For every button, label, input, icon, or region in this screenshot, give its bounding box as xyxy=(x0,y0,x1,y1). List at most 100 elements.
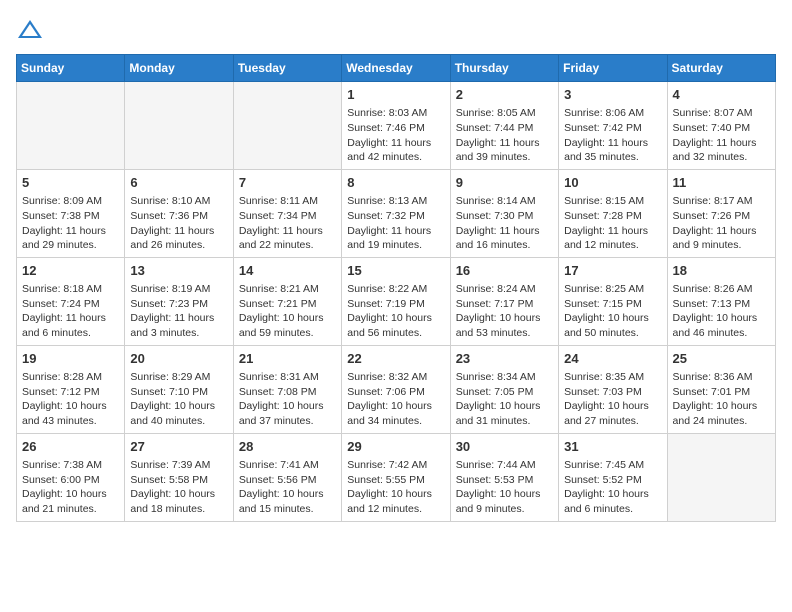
calendar-cell: 25 Sunrise: 8:36 AM Sunset: 7:01 PM Dayli… xyxy=(667,345,775,433)
day-info: Sunrise: 8:10 AM Sunset: 7:36 PM Dayligh… xyxy=(130,194,227,253)
calendar-cell: 22 Sunrise: 8:32 AM Sunset: 7:06 PM Dayli… xyxy=(342,345,450,433)
calendar-cell: 31 Sunrise: 7:45 AM Sunset: 5:52 PM Dayli… xyxy=(559,433,667,521)
day-info: Sunrise: 8:14 AM Sunset: 7:30 PM Dayligh… xyxy=(456,194,553,253)
day-info: Sunrise: 8:28 AM Sunset: 7:12 PM Dayligh… xyxy=(22,370,119,429)
day-number: 27 xyxy=(130,438,227,456)
day-info: Sunrise: 8:17 AM Sunset: 7:26 PM Dayligh… xyxy=(673,194,770,253)
weekday-header-saturday: Saturday xyxy=(667,55,775,82)
day-info: Sunrise: 8:31 AM Sunset: 7:08 PM Dayligh… xyxy=(239,370,336,429)
calendar-cell: 7 Sunrise: 8:11 AM Sunset: 7:34 PM Daylig… xyxy=(233,169,341,257)
day-number: 25 xyxy=(673,350,770,368)
day-info: Sunrise: 8:29 AM Sunset: 7:10 PM Dayligh… xyxy=(130,370,227,429)
calendar-week-row: 26 Sunrise: 7:38 AM Sunset: 6:00 PM Dayli… xyxy=(17,433,776,521)
weekday-header-friday: Friday xyxy=(559,55,667,82)
calendar-cell: 27 Sunrise: 7:39 AM Sunset: 5:58 PM Dayli… xyxy=(125,433,233,521)
day-number: 3 xyxy=(564,86,661,104)
day-number: 12 xyxy=(22,262,119,280)
day-info: Sunrise: 8:34 AM Sunset: 7:05 PM Dayligh… xyxy=(456,370,553,429)
calendar-cell: 23 Sunrise: 8:34 AM Sunset: 7:05 PM Dayli… xyxy=(450,345,558,433)
calendar-cell: 18 Sunrise: 8:26 AM Sunset: 7:13 PM Dayli… xyxy=(667,257,775,345)
day-number: 23 xyxy=(456,350,553,368)
day-number: 7 xyxy=(239,174,336,192)
calendar-cell: 9 Sunrise: 8:14 AM Sunset: 7:30 PM Daylig… xyxy=(450,169,558,257)
day-info: Sunrise: 8:07 AM Sunset: 7:40 PM Dayligh… xyxy=(673,106,770,165)
day-number: 16 xyxy=(456,262,553,280)
calendar-cell: 28 Sunrise: 7:41 AM Sunset: 5:56 PM Dayli… xyxy=(233,433,341,521)
day-info: Sunrise: 8:36 AM Sunset: 7:01 PM Dayligh… xyxy=(673,370,770,429)
calendar-cell: 29Sunrise: 7:42 AM Sunset: 5:55 PM Dayli… xyxy=(342,433,450,521)
day-number: 19 xyxy=(22,350,119,368)
day-info: Sunrise: 8:11 AM Sunset: 7:34 PM Dayligh… xyxy=(239,194,336,253)
day-number: 24 xyxy=(564,350,661,368)
day-info: Sunrise: 8:19 AM Sunset: 7:23 PM Dayligh… xyxy=(130,282,227,341)
calendar-cell: 26 Sunrise: 7:38 AM Sunset: 6:00 PM Dayli… xyxy=(17,433,125,521)
calendar-cell: 4 Sunrise: 8:07 AM Sunset: 7:40 PM Daylig… xyxy=(667,82,775,170)
day-info: Sunrise: 8:25 AM Sunset: 7:15 PM Dayligh… xyxy=(564,282,661,341)
day-info: Sunrise: 7:45 AM Sunset: 5:52 PM Dayligh… xyxy=(564,458,661,517)
calendar-cell: 6 Sunrise: 8:10 AM Sunset: 7:36 PM Daylig… xyxy=(125,169,233,257)
calendar-cell: 11 Sunrise: 8:17 AM Sunset: 7:26 PM Dayli… xyxy=(667,169,775,257)
day-number: 21 xyxy=(239,350,336,368)
day-number: 15 xyxy=(347,262,444,280)
logo xyxy=(16,16,46,44)
day-number: 9 xyxy=(456,174,553,192)
day-info: Sunrise: 8:24 AM Sunset: 7:17 PM Dayligh… xyxy=(456,282,553,341)
calendar-cell: 2Sunrise: 8:05 AM Sunset: 7:44 PM Daylig… xyxy=(450,82,558,170)
calendar-week-row: 1 Sunrise: 8:03 AM Sunset: 7:46 PM Daylig… xyxy=(17,82,776,170)
day-number: 13 xyxy=(130,262,227,280)
day-info: Sunrise: 8:21 AM Sunset: 7:21 PM Dayligh… xyxy=(239,282,336,341)
calendar-cell: 12 Sunrise: 8:18 AM Sunset: 7:24 PM Dayli… xyxy=(17,257,125,345)
calendar-cell: 19 Sunrise: 8:28 AM Sunset: 7:12 PM Dayli… xyxy=(17,345,125,433)
day-number: 8 xyxy=(347,174,444,192)
day-info: Sunrise: 8:03 AM Sunset: 7:46 PM Dayligh… xyxy=(347,106,444,165)
day-number: 18 xyxy=(673,262,770,280)
calendar-week-row: 19 Sunrise: 8:28 AM Sunset: 7:12 PM Dayli… xyxy=(17,345,776,433)
calendar-cell: 14 Sunrise: 8:21 AM Sunset: 7:21 PM Dayli… xyxy=(233,257,341,345)
day-number: 31 xyxy=(564,438,661,456)
day-info: Sunrise: 8:06 AM Sunset: 7:42 PM Dayligh… xyxy=(564,106,661,165)
calendar-cell: 17 Sunrise: 8:25 AM Sunset: 7:15 PM Dayli… xyxy=(559,257,667,345)
day-info: Sunrise: 8:26 AM Sunset: 7:13 PM Dayligh… xyxy=(673,282,770,341)
day-number: 22 xyxy=(347,350,444,368)
day-number: 30 xyxy=(456,438,553,456)
day-number: 20 xyxy=(130,350,227,368)
calendar-cell xyxy=(233,82,341,170)
day-number: 10 xyxy=(564,174,661,192)
calendar-cell: 24Sunrise: 8:35 AM Sunset: 7:03 PM Dayli… xyxy=(559,345,667,433)
day-info: Sunrise: 7:44 AM Sunset: 5:53 PM Dayligh… xyxy=(456,458,553,517)
day-number: 4 xyxy=(673,86,770,104)
day-info: Sunrise: 8:15 AM Sunset: 7:28 PM Dayligh… xyxy=(564,194,661,253)
calendar-cell xyxy=(667,433,775,521)
day-number: 29 xyxy=(347,438,444,456)
calendar-cell: 8 Sunrise: 8:13 AM Sunset: 7:32 PM Daylig… xyxy=(342,169,450,257)
day-number: 14 xyxy=(239,262,336,280)
page-header xyxy=(16,16,776,44)
weekday-header-row: SundayMondayTuesdayWednesdayThursdayFrid… xyxy=(17,55,776,82)
calendar-table: SundayMondayTuesdayWednesdayThursdayFrid… xyxy=(16,54,776,522)
day-number: 1 xyxy=(347,86,444,104)
calendar-cell: 13 Sunrise: 8:19 AM Sunset: 7:23 PM Dayli… xyxy=(125,257,233,345)
calendar-cell: 1 Sunrise: 8:03 AM Sunset: 7:46 PM Daylig… xyxy=(342,82,450,170)
calendar-cell: 3 Sunrise: 8:06 AM Sunset: 7:42 PM Daylig… xyxy=(559,82,667,170)
day-number: 6 xyxy=(130,174,227,192)
day-info: Sunrise: 7:39 AM Sunset: 5:58 PM Dayligh… xyxy=(130,458,227,517)
weekday-header-wednesday: Wednesday xyxy=(342,55,450,82)
calendar-cell xyxy=(17,82,125,170)
weekday-header-thursday: Thursday xyxy=(450,55,558,82)
day-info: Sunrise: 7:38 AM Sunset: 6:00 PM Dayligh… xyxy=(22,458,119,517)
day-number: 17 xyxy=(564,262,661,280)
calendar-cell: 15Sunrise: 8:22 AM Sunset: 7:19 PM Dayli… xyxy=(342,257,450,345)
day-info: Sunrise: 7:41 AM Sunset: 5:56 PM Dayligh… xyxy=(239,458,336,517)
day-info: Sunrise: 8:18 AM Sunset: 7:24 PM Dayligh… xyxy=(22,282,119,341)
calendar-week-row: 5Sunrise: 8:09 AM Sunset: 7:38 PM Daylig… xyxy=(17,169,776,257)
day-number: 26 xyxy=(22,438,119,456)
calendar-cell: 30 Sunrise: 7:44 AM Sunset: 5:53 PM Dayli… xyxy=(450,433,558,521)
day-info: Sunrise: 8:32 AM Sunset: 7:06 PM Dayligh… xyxy=(347,370,444,429)
day-number: 11 xyxy=(673,174,770,192)
calendar-cell: 20 Sunrise: 8:29 AM Sunset: 7:10 PM Dayli… xyxy=(125,345,233,433)
calendar-week-row: 12 Sunrise: 8:18 AM Sunset: 7:24 PM Dayli… xyxy=(17,257,776,345)
day-number: 2 xyxy=(456,86,553,104)
calendar-cell: 16 Sunrise: 8:24 AM Sunset: 7:17 PM Dayli… xyxy=(450,257,558,345)
day-info: Sunrise: 8:13 AM Sunset: 7:32 PM Dayligh… xyxy=(347,194,444,253)
day-number: 28 xyxy=(239,438,336,456)
